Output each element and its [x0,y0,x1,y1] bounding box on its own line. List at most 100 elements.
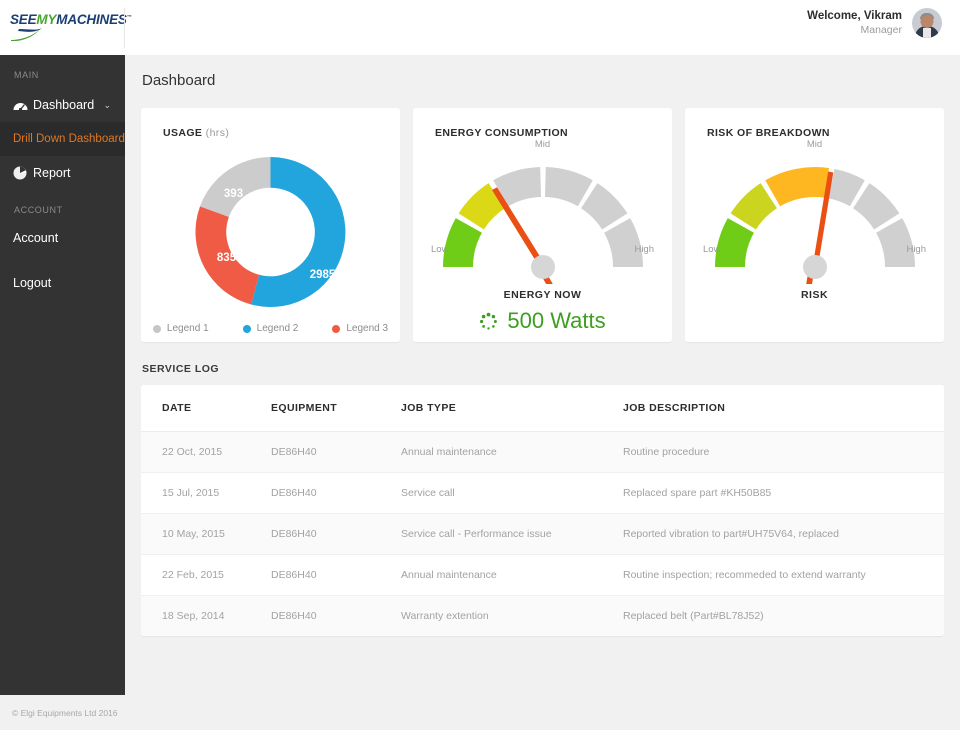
sidebar-item-logout[interactable]: Logout [0,268,125,298]
column-header-date[interactable]: DATE [141,385,271,432]
sidebar-item-account[interactable]: Account [0,223,125,253]
legend-item-2[interactable]: Legend 2 [243,323,299,334]
energy-gauge-segment-1 [443,218,482,267]
sidebar-section-account: ACCOUNT [0,190,125,223]
dotted-spinner-icon [479,312,498,331]
energy-value-text: 500 Watts [507,308,605,334]
legend-item-1[interactable]: Legend 1 [153,323,209,334]
table-row[interactable]: 22 Oct, 2015 DE86H40 Annual maintenance … [141,432,944,473]
logo-text-see: SEE [10,12,36,27]
energy-gauge-label-low: Low [431,244,448,255]
cell-job-type: Annual maintenance [401,432,623,473]
risk-gauge-segment-3 [765,167,829,206]
cell-date: 22 Feb, 2015 [141,555,271,596]
sidebar-item-label-drill-down: Drill Down Dashboard [13,133,125,145]
risk-gauge-segment-1 [715,218,754,267]
usage-title-text: USAGE [163,127,202,139]
sidebar-item-drill-down-dashboard[interactable]: Drill Down Dashboard [0,122,125,156]
avatar[interactable] [912,8,942,38]
cell-job-description: Routine inspection; recommeded to extend… [623,555,944,596]
cell-equipment: DE86H40 [271,473,401,514]
risk-card-title: RISK OF BREAKDOWN [685,108,944,139]
cell-job-description: Routine procedure [623,432,944,473]
energy-gauge-label-mid: Mid [535,139,550,150]
sidebar-item-label-logout: Logout [13,276,51,290]
legend-item-3[interactable]: Legend 3 [332,323,388,334]
dashboard-page: SEEMYMACHINES™ Welcome, Vikram Manager [0,0,960,730]
table-header: DATE EQUIPMENT JOB TYPE JOB DESCRIPTION [141,385,944,432]
page-footer: © Elgi Equipments Ltd 2016 [0,695,960,730]
sidebar-section-main: MAIN [0,55,125,88]
table-row[interactable]: 10 May, 2015 DE86H40 Service call - Perf… [141,514,944,555]
legend-dot-icon-1 [153,325,161,333]
energy-gauge-hub [531,255,555,279]
cell-job-type: Annual maintenance [401,555,623,596]
logo-text-machines: MACHINES [56,12,126,27]
risk-gauge-label-mid: Mid [807,139,822,150]
usage-card-title: USAGE (hrs) [141,108,400,139]
energy-gauge-segment-4 [545,167,593,206]
energy-gauge-label-high: High [634,244,654,255]
cell-job-description: Replaced spare part #KH50B85 [623,473,944,514]
table-header-row: DATE EQUIPMENT JOB TYPE JOB DESCRIPTION [141,385,944,432]
cell-job-description: Replaced belt (Part#BL78J52) [623,596,944,637]
table-row[interactable]: 18 Sep, 2014 DE86H40 Warranty extention … [141,596,944,637]
column-header-equipment[interactable]: EQUIPMENT [271,385,401,432]
usage-title-unit: (hrs) [206,127,230,139]
cell-date: 22 Oct, 2015 [141,432,271,473]
page-title: Dashboard [125,55,960,89]
energy-consumption-card: ENERGY CONSUMPTION [413,108,672,342]
risk-gauge-wrap: Low Mid High RISK [685,139,944,304]
cell-date: 10 May, 2015 [141,514,271,555]
energy-gauge-wrap: Low Mid High ENERGY NOW [413,139,672,304]
energy-value-display: 500 Watts [413,308,672,334]
kpi-cards-row: USAGE (hrs) 2985 835 [125,89,960,342]
usage-legend: Legend 1 Legend 2 Legend 3 [141,323,400,334]
energy-gauge-chart[interactable] [423,149,663,284]
copyright-text: © Elgi Equipments Ltd 2016 [0,708,118,718]
column-header-job-description[interactable]: JOB DESCRIPTION [623,385,944,432]
cell-job-description: Reported vibration to part#UH75V64, repl… [623,514,944,555]
table-row[interactable]: 22 Feb, 2015 DE86H40 Annual maintenance … [141,555,944,596]
cell-equipment: DE86H40 [271,514,401,555]
main-content: Dashboard USAGE (hrs) [125,55,960,695]
cell-job-type: Service call [401,473,623,514]
header-user-area[interactable]: Welcome, Vikram Manager [807,8,942,38]
user-role: Manager [807,24,902,37]
usage-chart-body: 2985 835 393 Legend 1 Legend 2 [141,139,400,342]
legend-dot-icon-3 [332,325,340,333]
table-row[interactable]: 15 Jul, 2015 DE86H40 Service call Replac… [141,473,944,514]
legend-label-3: Legend 3 [346,323,388,334]
table-body: 22 Oct, 2015 DE86H40 Annual maintenance … [141,432,944,637]
welcome-block: Welcome, Vikram Manager [807,9,902,37]
column-header-job-type[interactable]: JOB TYPE [401,385,623,432]
logo-trademark: ™ [127,14,132,20]
cell-job-type: Service call - Performance issue [401,514,623,555]
service-log-table-card: DATE EQUIPMENT JOB TYPE JOB DESCRIPTION … [141,385,944,636]
cell-date: 15 Jul, 2015 [141,473,271,514]
legend-dot-icon-2 [243,325,251,333]
risk-gauge-segment-6 [876,218,915,267]
donut-segment-legend1[interactable] [200,157,271,217]
risk-gauge-hub [803,255,827,279]
service-log-table: DATE EQUIPMENT JOB TYPE JOB DESCRIPTION … [141,385,944,636]
sidebar-navigation: MAIN Dashboard ⌄ Drill Down Dashboard [0,55,125,695]
usage-card: USAGE (hrs) 2985 835 [141,108,400,342]
risk-gauge-segment-5 [853,183,899,229]
usage-donut-chart[interactable]: 2985 835 393 [138,144,403,319]
sidebar-item-label-report: Report [33,166,71,180]
legend-label-2: Legend 2 [257,323,299,334]
header-divider [124,8,125,48]
donut-label-legend1: 393 [223,188,242,200]
chevron-down-icon[interactable]: ⌄ [103,100,111,111]
cell-job-type: Warranty extention [401,596,623,637]
energy-card-title: ENERGY CONSUMPTION [413,108,672,139]
sidebar-item-dashboard[interactable]: Dashboard ⌄ [0,88,125,122]
risk-gauge-segment-2 [730,183,776,229]
risk-gauge-chart[interactable] [695,149,935,284]
top-header-bar: SEEMYMACHINES™ Welcome, Vikram Manager [0,0,960,55]
cell-equipment: DE86H40 [271,596,401,637]
sidebar-item-report[interactable]: Report [0,156,125,190]
pie-chart-icon [13,166,33,180]
brand-logo[interactable]: SEEMYMACHINES™ [0,0,125,55]
